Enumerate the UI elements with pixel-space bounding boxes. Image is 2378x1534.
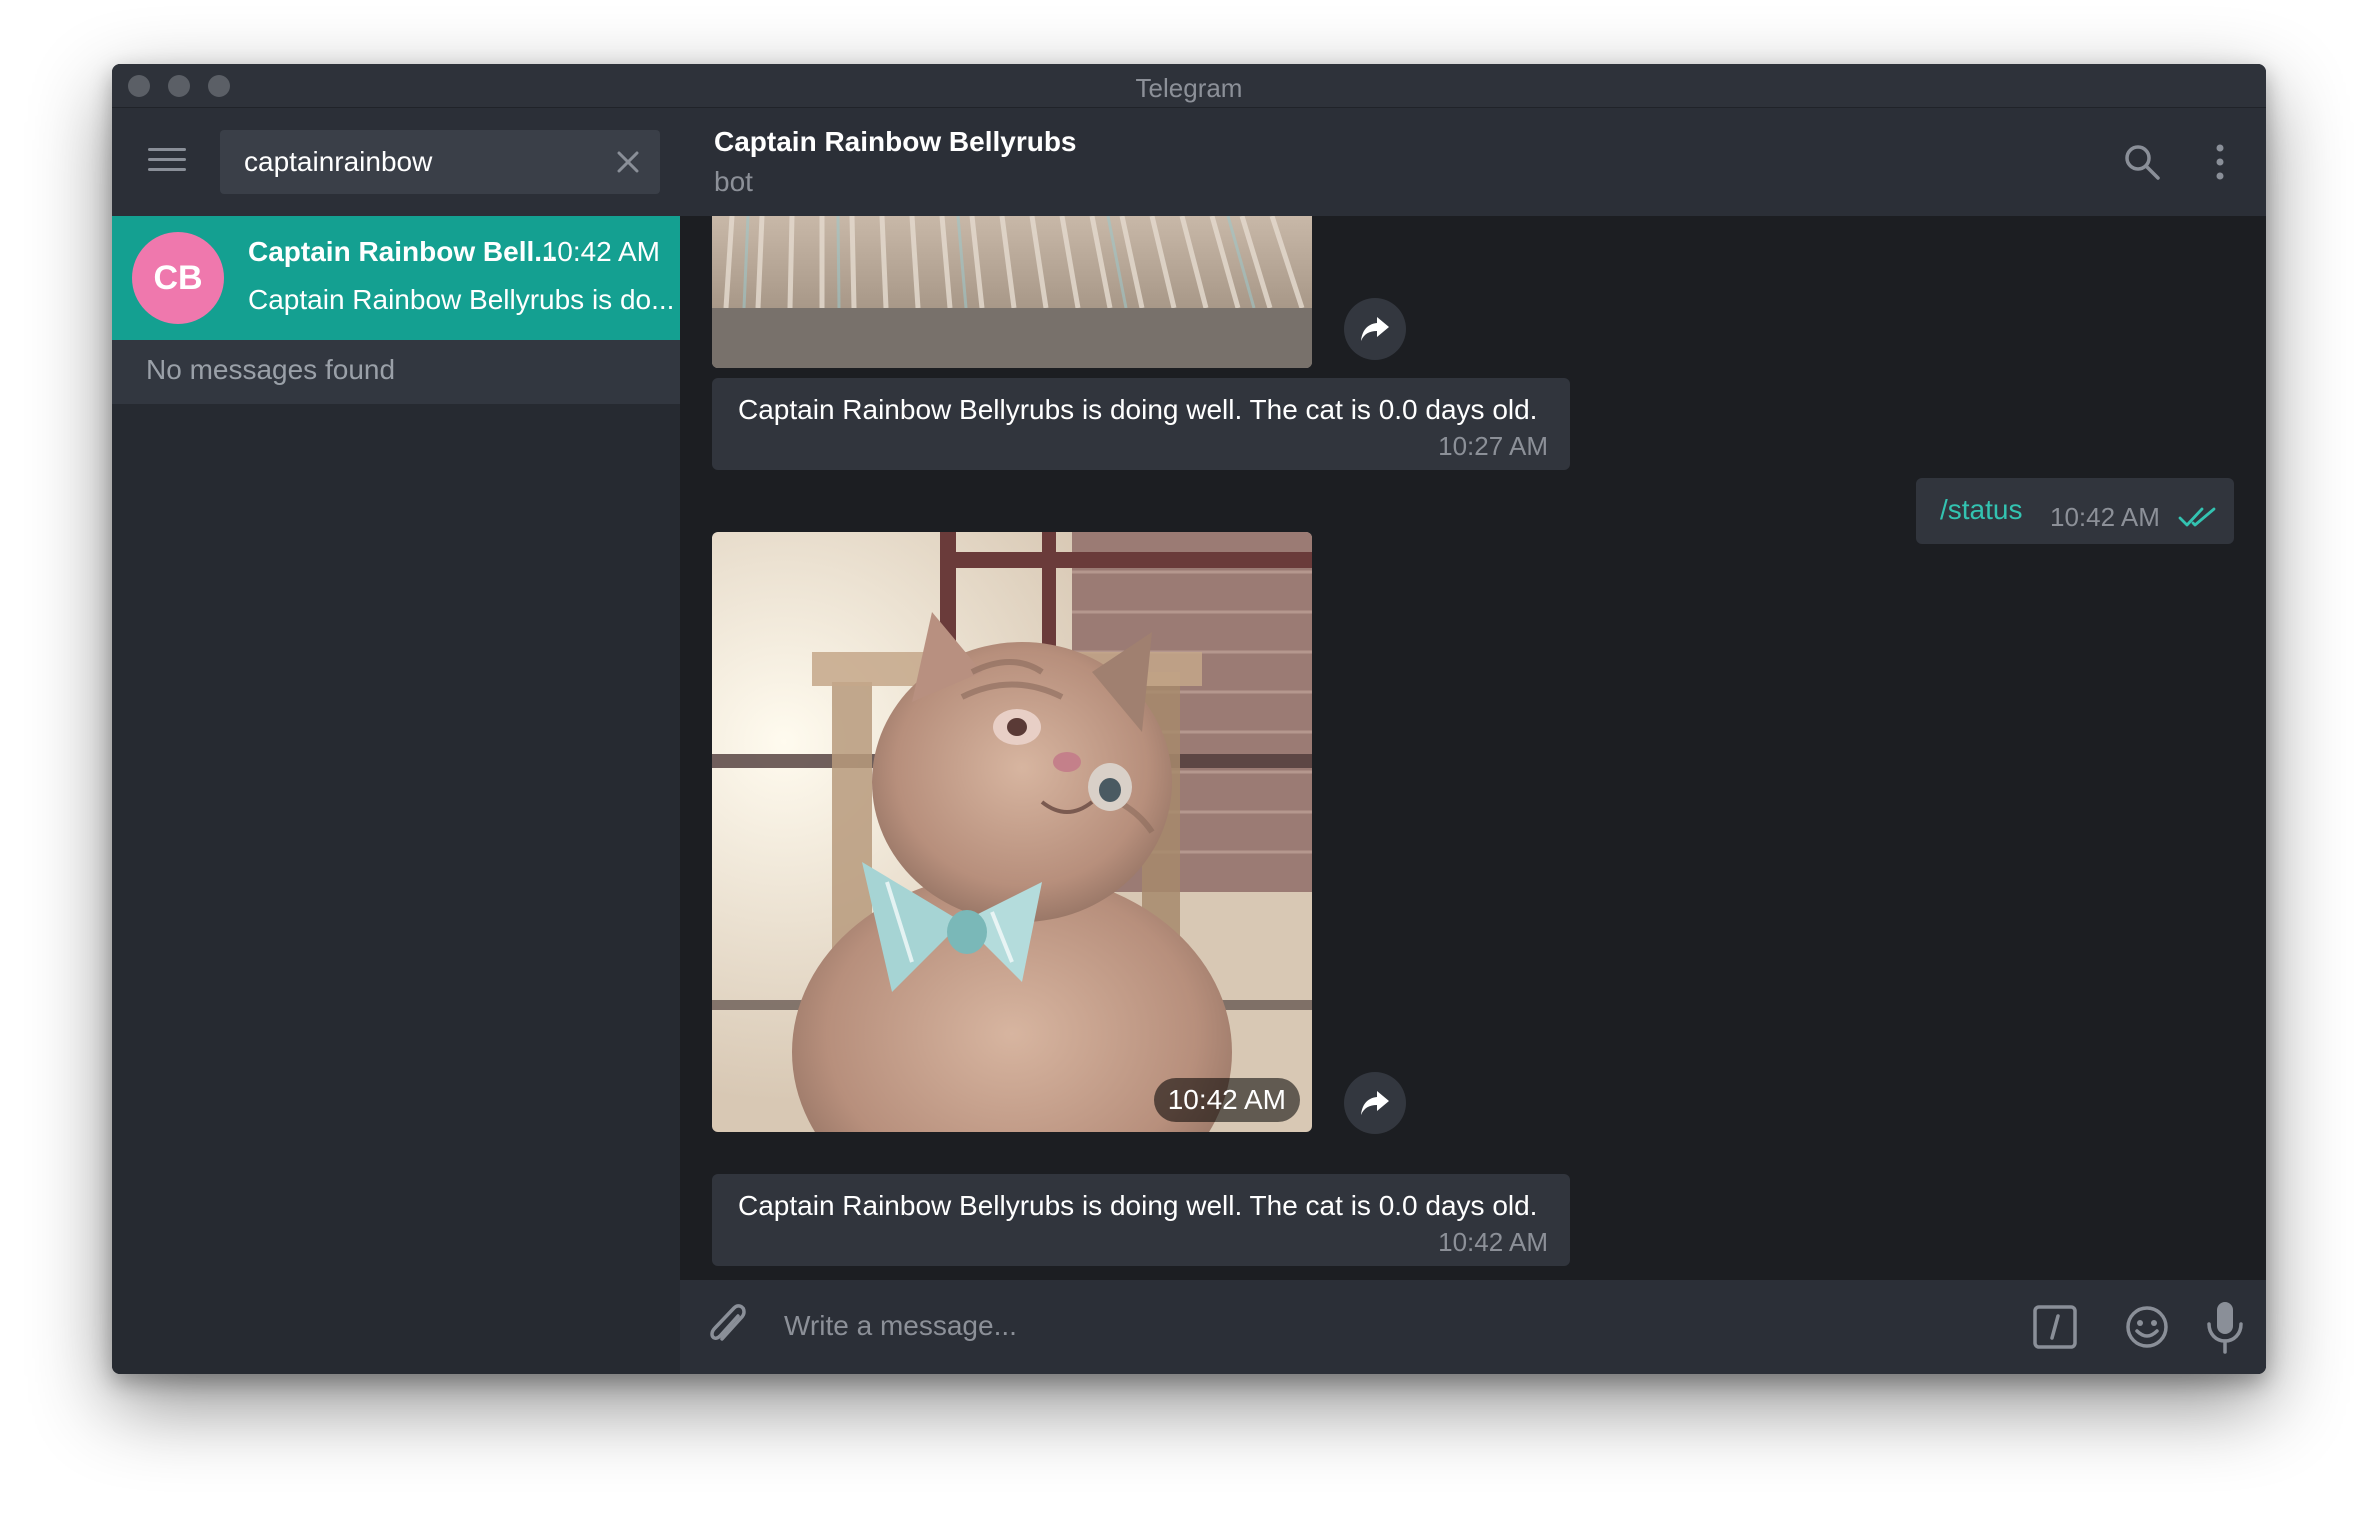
telegram-window: Telegram CB Captain Rainbow Bell... 10:4…: [112, 64, 2266, 1374]
avatar: CB: [132, 232, 224, 324]
message-bubble[interactable]: Captain Rainbow Bellyrubs is doing well.…: [712, 378, 1570, 470]
microphone-icon[interactable]: [2204, 1300, 2246, 1354]
close-icon[interactable]: [612, 146, 644, 178]
forward-button[interactable]: [1344, 1072, 1406, 1134]
bot-command-icon[interactable]: [2032, 1304, 2078, 1350]
cat-with-bowtie-image: [712, 532, 1312, 1132]
forward-icon: [1361, 317, 1389, 341]
emoji-icon[interactable]: [2124, 1304, 2170, 1350]
no-messages-label: No messages found: [112, 340, 680, 404]
chat-item-time: 10:42 AM: [541, 236, 660, 267]
menu-icon[interactable]: [148, 146, 186, 174]
chat-list-item[interactable]: CB Captain Rainbow Bell... 10:42 AM Capt…: [112, 216, 680, 340]
chat-item-name: Captain Rainbow Bell...: [248, 236, 558, 267]
chat-item-preview: Captain Rainbow Bellyrubs is do...: [248, 284, 675, 315]
more-vertical-icon[interactable]: [2212, 142, 2228, 182]
message-input[interactable]: [784, 1296, 1884, 1356]
cat-photo-image: [712, 216, 1312, 368]
double-check-icon: [2178, 507, 2216, 527]
photo-message[interactable]: 10:42 AM: [712, 532, 1312, 1132]
message-time: 10:27 AM: [1438, 431, 1548, 461]
photo-time-badge: 10:42 AM: [1153, 1078, 1300, 1122]
sidebar-header: [112, 108, 680, 216]
search-box: [220, 130, 660, 194]
message-composer: [680, 1280, 2266, 1374]
chat-status: bot: [714, 166, 753, 197]
message-time: 10:42 AM: [1438, 1227, 1548, 1257]
message-text: Captain Rainbow Bellyrubs is doing well.…: [738, 1190, 1538, 1221]
forward-button[interactable]: [1344, 298, 1406, 360]
search-input[interactable]: [244, 130, 604, 194]
photo-message[interactable]: [712, 216, 1312, 368]
message-text: Captain Rainbow Bellyrubs is doing well.…: [738, 394, 1538, 425]
window-title: Telegram: [1135, 73, 1243, 103]
message-time: 10:42 AM: [2050, 502, 2160, 532]
paperclip-icon[interactable]: [704, 1302, 750, 1352]
forward-icon: [1361, 1091, 1389, 1115]
outgoing-message-bubble[interactable]: /status 10:42 AM: [1916, 478, 2234, 544]
sidebar: CB Captain Rainbow Bell... 10:42 AM Capt…: [112, 108, 680, 1374]
chat-panel: Captain Rainbow Bellyrubs bot Captain Ra…: [680, 108, 2266, 1374]
message-list[interactable]: Captain Rainbow Bellyrubs is doing well.…: [680, 216, 2266, 1280]
chat-title[interactable]: Captain Rainbow Bellyrubs: [714, 126, 1077, 158]
bot-command-link[interactable]: /status: [1940, 494, 2022, 526]
search-icon[interactable]: [2122, 142, 2162, 182]
message-bubble[interactable]: Captain Rainbow Bellyrubs is doing well.…: [712, 1174, 1570, 1266]
chat-header[interactable]: Captain Rainbow Bellyrubs bot: [680, 108, 2266, 216]
title-bar: Telegram: [112, 64, 2266, 108]
